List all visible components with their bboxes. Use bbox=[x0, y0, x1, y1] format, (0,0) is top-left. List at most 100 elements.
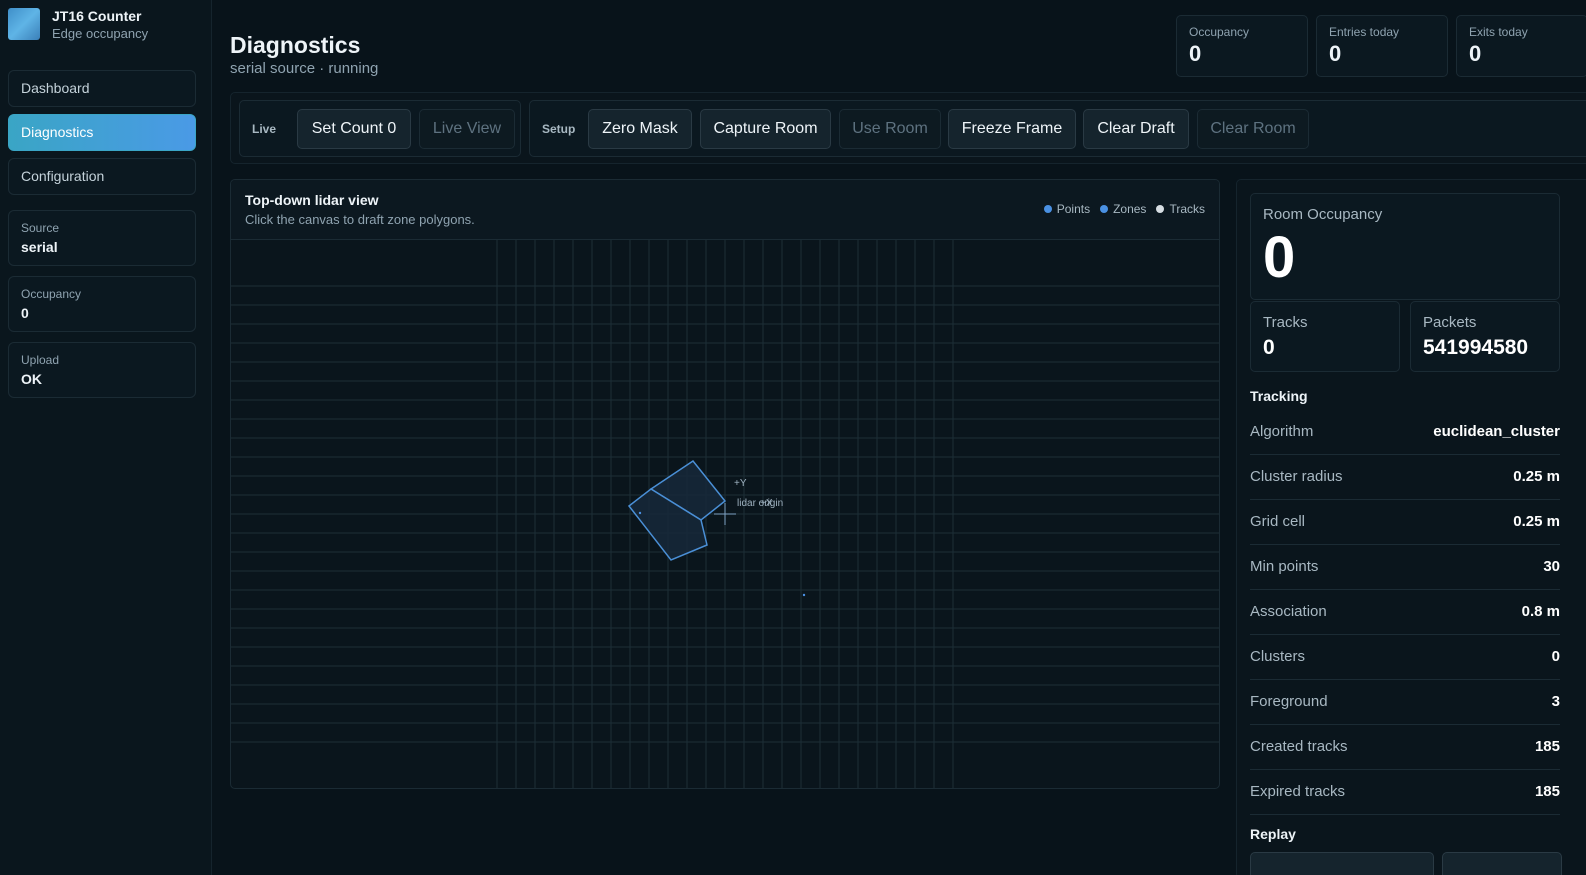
tracking-key: Cluster radius bbox=[1250, 468, 1343, 485]
setup-group: Setup Zero Mask Capture Room Use Room Fr… bbox=[529, 100, 1586, 157]
lidar-point bbox=[802, 593, 806, 597]
tracks-dot-icon bbox=[1156, 205, 1165, 213]
lidar-panel: Top-down lidar view Click the canvas to … bbox=[230, 179, 1220, 789]
stat-card-occupancy: Occupancy 0 bbox=[1176, 15, 1308, 77]
tracking-key: Association bbox=[1250, 603, 1327, 620]
lidar-title: Top-down lidar view bbox=[245, 192, 379, 208]
tracking-key: Min points bbox=[1250, 558, 1319, 575]
live-group: Live Set Count 0 Live View bbox=[239, 100, 521, 157]
tracking-row: Clusters 0 bbox=[1250, 635, 1560, 680]
replay-button[interactable] bbox=[1442, 852, 1562, 875]
upload-value: OK bbox=[21, 371, 42, 387]
brand: JT16 Counter Edge occupancy bbox=[8, 8, 148, 42]
clear-draft-button[interactable]: Clear Draft bbox=[1083, 109, 1189, 149]
tracking-row: Foreground 3 bbox=[1250, 680, 1560, 725]
lidar-canvas[interactable]: +Y lidar origin +X bbox=[231, 240, 1220, 789]
lidar-point bbox=[638, 511, 642, 515]
page-title: Diagnostics bbox=[230, 32, 361, 58]
live-group-label: Live bbox=[252, 122, 277, 136]
use-room-button[interactable]: Use Room bbox=[839, 109, 941, 149]
tracking-value: 185 bbox=[1534, 738, 1560, 755]
capture-room-button[interactable]: Capture Room bbox=[700, 109, 831, 149]
replay-button[interactable] bbox=[1250, 852, 1434, 875]
lidar-subtitle: Click the canvas to draft zone polygons. bbox=[245, 212, 475, 227]
room-occupancy-label: Room Occupancy bbox=[1263, 206, 1383, 223]
tracking-value: 0 bbox=[1551, 648, 1560, 665]
zones-dot-icon bbox=[1100, 205, 1109, 213]
sidebar: JT16 Counter Edge occupancy Dashboard Di… bbox=[0, 0, 212, 875]
brand-subtitle: Edge occupancy bbox=[52, 26, 149, 41]
tracking-value: 3 bbox=[1551, 693, 1560, 710]
zero-mask-button[interactable]: Zero Mask bbox=[588, 109, 692, 149]
lidar-legend: Points Zones Tracks bbox=[1043, 202, 1205, 216]
upload-label: Upload bbox=[21, 353, 60, 367]
tracking-value: 0.8 m bbox=[1521, 603, 1560, 620]
nav-item-dashboard[interactable]: Dashboard bbox=[8, 70, 196, 107]
occupancy-card: Occupancy 0 bbox=[8, 276, 196, 332]
tracking-value: 0.25 m bbox=[1513, 513, 1560, 530]
legend-points: Points bbox=[1043, 202, 1091, 216]
x-axis-label: +X bbox=[760, 498, 773, 509]
room-occupancy-value: 0 bbox=[1263, 225, 1296, 290]
packets-label: Packets bbox=[1423, 314, 1477, 331]
occupancy-label: Occupancy bbox=[21, 287, 82, 301]
tracking-row: Created tracks 185 bbox=[1250, 725, 1560, 770]
source-label: Source bbox=[21, 221, 60, 235]
upload-card: Upload OK bbox=[8, 342, 196, 398]
tracking-row: Association 0.8 m bbox=[1250, 590, 1560, 635]
points-dot-icon bbox=[1043, 205, 1052, 213]
legend-tracks-label: Tracks bbox=[1169, 202, 1205, 216]
stat-label: Occupancy bbox=[1189, 25, 1250, 39]
tracking-row: Grid cell 0.25 m bbox=[1250, 500, 1560, 545]
toolbar: Live Set Count 0 Live View Setup Zero Ma… bbox=[230, 92, 1586, 164]
legend-tracks: Tracks bbox=[1156, 202, 1205, 216]
clear-room-button[interactable]: Clear Room bbox=[1197, 109, 1309, 149]
packets-value: 541994580 bbox=[1423, 336, 1529, 359]
stat-label: Entries today bbox=[1329, 25, 1400, 39]
brand-logo-icon bbox=[8, 8, 40, 40]
legend-points-label: Points bbox=[1056, 202, 1091, 216]
replay-title: Replay bbox=[1250, 826, 1296, 842]
source-value: serial bbox=[21, 239, 58, 255]
source-card: Source serial bbox=[8, 210, 196, 266]
y-axis-label: +Y bbox=[734, 478, 747, 489]
setup-group-label: Setup bbox=[542, 122, 576, 136]
room-occupancy-card: Room Occupancy 0 bbox=[1250, 193, 1560, 300]
tracking-row: Expired tracks 185 bbox=[1250, 770, 1560, 815]
tracking-row: Cluster radius 0.25 m bbox=[1250, 455, 1560, 500]
tracking-key: Created tracks bbox=[1250, 738, 1348, 755]
tracking-key: Clusters bbox=[1250, 648, 1306, 665]
set-count-button[interactable]: Set Count 0 bbox=[297, 109, 411, 149]
tracking-key: Grid cell bbox=[1250, 513, 1306, 530]
live-view-button[interactable]: Live View bbox=[419, 109, 515, 149]
nav-item-configuration[interactable]: Configuration bbox=[8, 158, 196, 195]
stat-label: Exits today bbox=[1469, 25, 1528, 39]
right-panel: Room Occupancy 0 Tracks 0 Packets 541994… bbox=[1236, 179, 1586, 875]
freeze-frame-button[interactable]: Freeze Frame bbox=[948, 109, 1076, 149]
tracks-label: Tracks bbox=[1263, 314, 1308, 331]
stat-value: 0 bbox=[1469, 41, 1482, 66]
tracking-value: 185 bbox=[1534, 783, 1560, 800]
tracking-key: Foreground bbox=[1250, 693, 1328, 710]
tracking-row: Algorithm euclidean_cluster bbox=[1250, 410, 1560, 455]
nav-item-diagnostics[interactable]: Diagnostics bbox=[8, 114, 196, 151]
occupancy-value: 0 bbox=[21, 305, 29, 321]
legend-zones: Zones bbox=[1100, 202, 1146, 216]
page-subtitle: serial source · running bbox=[230, 60, 379, 77]
lidar-header: Top-down lidar view Click the canvas to … bbox=[231, 180, 1219, 240]
tracking-title: Tracking bbox=[1250, 388, 1308, 404]
legend-zones-label: Zones bbox=[1113, 202, 1147, 216]
tracking-value: 30 bbox=[1543, 558, 1560, 575]
stat-value: 0 bbox=[1189, 41, 1202, 66]
tracking-value: 0.25 m bbox=[1513, 468, 1560, 485]
tracking-key: Algorithm bbox=[1250, 423, 1314, 440]
packets-card: Packets 541994580 bbox=[1410, 301, 1560, 372]
stat-card-entries: Entries today 0 bbox=[1316, 15, 1448, 77]
tracks-card: Tracks 0 bbox=[1250, 301, 1400, 372]
tracking-row: Min points 30 bbox=[1250, 545, 1560, 590]
tracking-key: Expired tracks bbox=[1250, 783, 1346, 800]
tracks-value: 0 bbox=[1263, 336, 1275, 359]
brand-title: JT16 Counter bbox=[52, 8, 142, 24]
stat-value: 0 bbox=[1329, 41, 1342, 66]
tracking-value: euclidean_cluster bbox=[1433, 423, 1560, 440]
